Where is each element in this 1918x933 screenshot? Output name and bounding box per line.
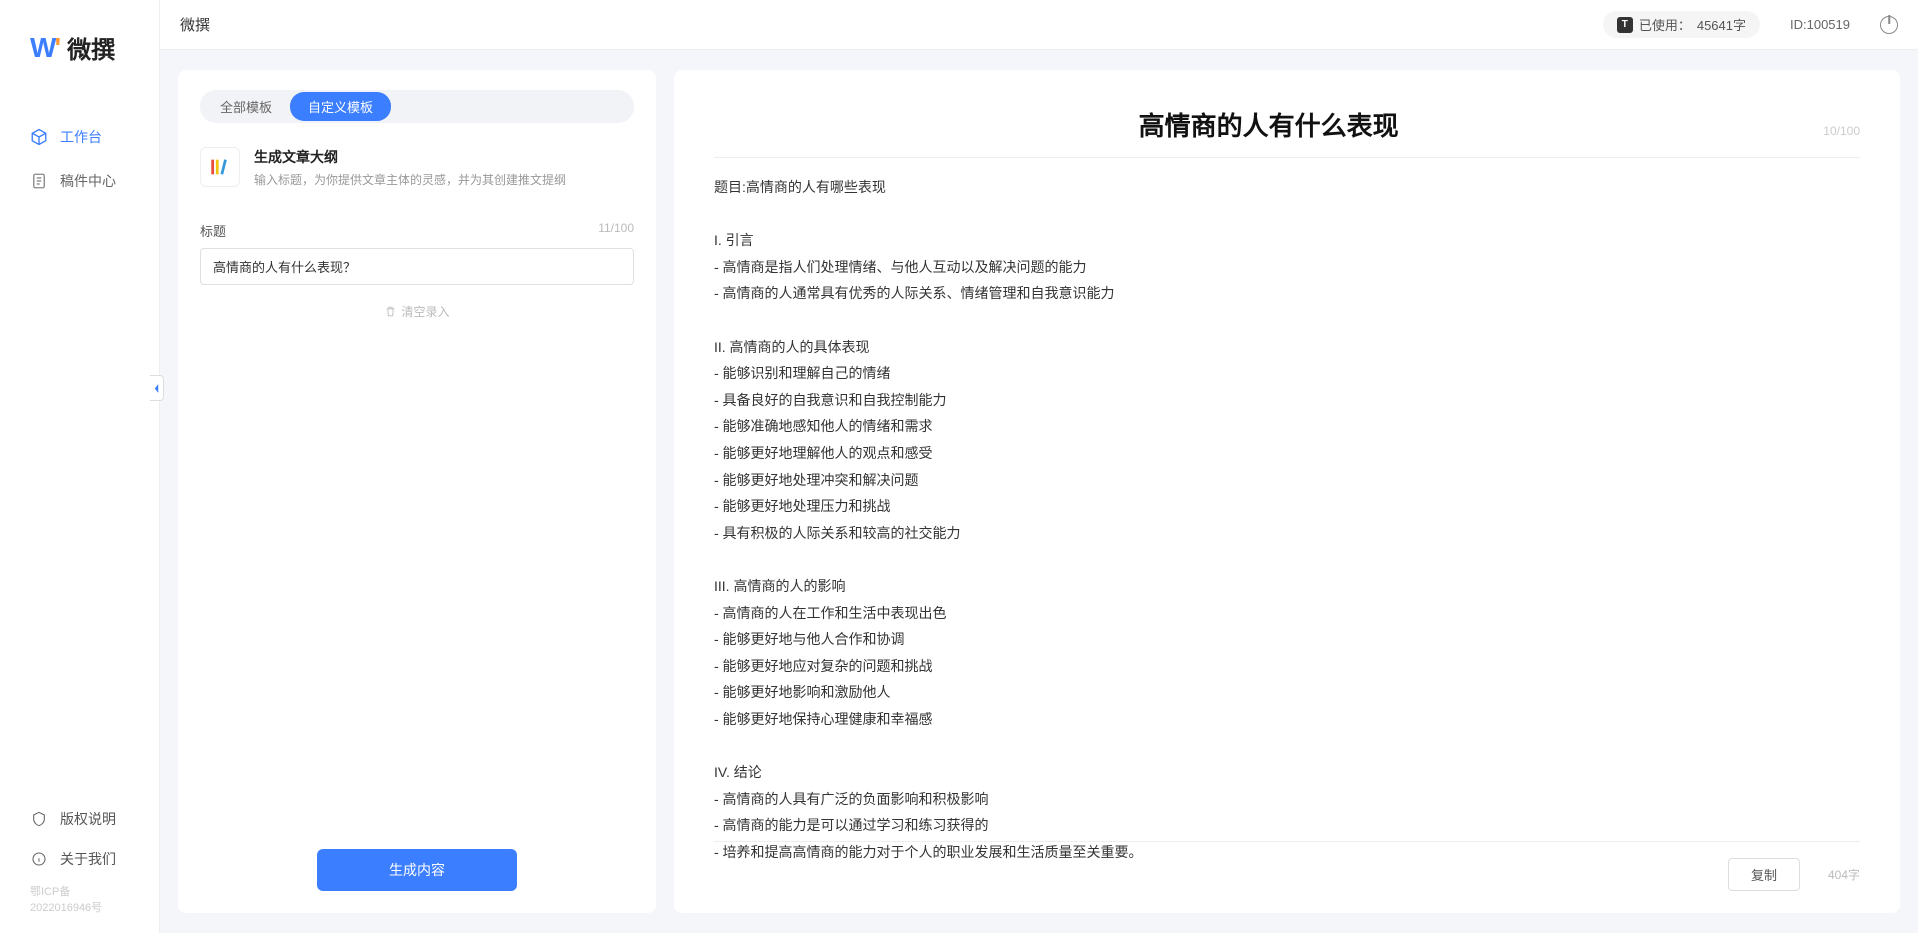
info-icon	[30, 850, 48, 868]
cube-icon	[30, 128, 48, 146]
clear-input-button[interactable]: 清空录入	[200, 303, 634, 320]
logo-mark: W'	[30, 32, 59, 64]
copy-button[interactable]: 复制	[1728, 858, 1800, 891]
output-word-count: 404字	[1828, 866, 1860, 883]
topbar-right: T 已使用： 45641字 ID:100519	[1603, 11, 1898, 38]
power-icon[interactable]	[1880, 16, 1898, 34]
field-char-count: 11/100	[598, 221, 634, 240]
output-title: 高情商的人有什么表现	[714, 106, 1823, 143]
tab-all-templates[interactable]: 全部模板	[202, 92, 290, 121]
sidebar-collapse-handle[interactable]	[150, 375, 164, 401]
page-title: 微撰	[180, 14, 210, 35]
output-title-row: 高情商的人有什么表现 10/100	[714, 106, 1860, 158]
topbar: 微撰 T 已使用： 45641字 ID:100519	[0, 0, 1918, 50]
sidebar-item-about[interactable]: 关于我们	[0, 839, 159, 879]
sidebar-item-copyright[interactable]: 版权说明	[0, 799, 159, 839]
text-icon: T	[1617, 17, 1633, 33]
shield-icon	[30, 810, 48, 828]
output-title-count: 10/100	[1823, 124, 1860, 138]
sidebar-item-drafts[interactable]: 稿件中心	[0, 159, 159, 203]
sidebar-item-label: 关于我们	[60, 849, 116, 869]
sidebar-item-label: 稿件中心	[60, 171, 116, 191]
tab-custom-templates[interactable]: 自定义模板	[290, 92, 391, 121]
logo-text: 微撰	[67, 30, 115, 65]
logo[interactable]: W' 微撰	[0, 0, 159, 85]
sidebar-item-workspace[interactable]: 工作台	[0, 115, 159, 159]
sidebar-bottom: 版权说明 关于我们 鄂ICP备2022016946号	[0, 799, 159, 933]
sidebar-item-label: 版权说明	[60, 809, 116, 829]
sidebar: W' 微撰 工作台 稿件中心 版权说明 关于我们	[0, 0, 160, 933]
output-footer: 复制 404字	[714, 841, 1860, 891]
template-tabs: 全部模板 自定义模板	[200, 90, 634, 123]
usage-badge[interactable]: T 已使用： 45641字	[1603, 11, 1760, 38]
template-title: 生成文章大纲	[254, 147, 566, 167]
document-icon	[30, 172, 48, 190]
usage-prefix: 已使用：	[1639, 15, 1691, 34]
output-panel: 高情商的人有什么表现 10/100 题目:高情商的人有哪些表现 I. 引言 - …	[674, 70, 1900, 913]
template-desc: 输入标题，为你提供文章主体的灵感，并为其创建推文提纲	[254, 171, 566, 189]
template-icon	[200, 147, 240, 187]
title-input[interactable]	[200, 248, 634, 285]
nav: 工作台 稿件中心	[0, 85, 159, 203]
usage-value: 45641字	[1697, 15, 1746, 34]
input-panel: 全部模板 自定义模板 生成文章大纲 输入标题，为你提供文章主体的灵感，并为其创建…	[178, 70, 656, 913]
output-body: 题目:高情商的人有哪些表现 I. 引言 - 高情商是指人们处理情绪、与他人互动以…	[714, 174, 1860, 865]
main: 全部模板 自定义模板 生成文章大纲 输入标题，为你提供文章主体的灵感，并为其创建…	[160, 50, 1918, 933]
sidebar-item-label: 工作台	[60, 127, 102, 147]
template-info: 生成文章大纲 输入标题，为你提供文章主体的灵感，并为其创建推文提纲	[200, 147, 634, 189]
generate-button[interactable]: 生成内容	[317, 849, 517, 891]
user-id: ID:100519	[1790, 17, 1850, 32]
field-label: 标题	[200, 221, 226, 240]
icp-text: 鄂ICP备2022016946号	[0, 879, 159, 925]
field-header: 标题 11/100	[200, 221, 634, 240]
trash-icon	[384, 305, 397, 318]
clear-label: 清空录入	[401, 303, 449, 320]
